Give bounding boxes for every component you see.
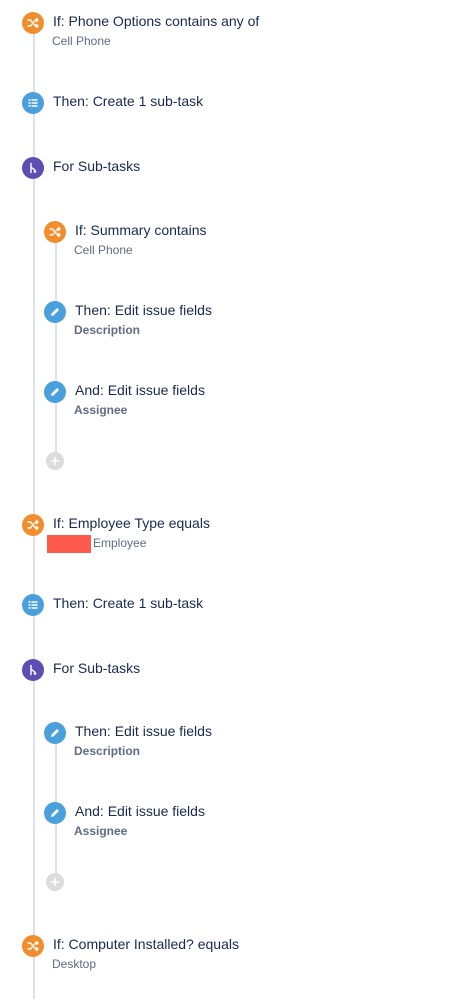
component-detail: Assignee [74,403,128,417]
list-icon [22,594,44,616]
component-detail: Cell Phone [74,243,133,257]
component-detail: Description [74,323,141,337]
component-title: For Sub-tasks [53,660,141,676]
pencil-icon [44,802,66,824]
component-title: And: Edit issue fields [75,803,205,819]
component-detail: Employee [93,536,147,551]
component-title: Then: Edit issue fields [75,723,212,739]
component-title: For Sub-tasks [53,158,141,174]
branch-icon [22,157,44,179]
component-title: If: Employee Type equals [53,515,210,531]
component-detail: Description [74,744,141,758]
component-title: And: Edit issue fields [75,382,205,398]
component-title: Then: Create 1 sub-task [53,93,204,109]
pencil-icon [44,301,66,323]
plus-icon [46,452,64,470]
component-title: If: Summary contains [75,222,207,238]
branch-icon [22,659,44,681]
component-title: Then: Create 1 sub-task [53,595,204,611]
shuffle-icon [22,935,44,957]
list-icon [22,92,44,114]
shuffle-icon [44,221,66,243]
component-detail: Cell Phone [52,34,111,48]
branch-connector-line-1 [55,242,57,460]
component-title: If: Phone Options contains any of [53,13,260,29]
component-detail: Desktop [52,957,97,971]
component-detail: Assignee [74,824,128,838]
pencil-icon [44,381,66,403]
pencil-icon [44,722,66,744]
component-detail-row: Employee [47,535,147,553]
redacted-block [47,535,91,553]
component-title: If: Computer Installed? equals [53,936,239,952]
shuffle-icon [22,514,44,536]
component-title: Then: Edit issue fields [75,302,212,318]
shuffle-icon [22,12,44,34]
plus-icon [46,873,64,891]
